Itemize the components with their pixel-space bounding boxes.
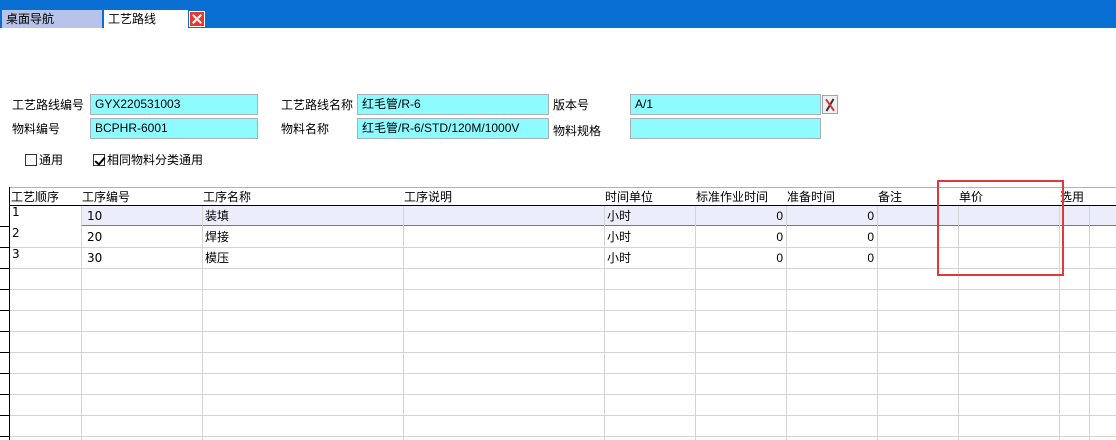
row-line bbox=[0, 289, 1116, 290]
column-header-process-desc[interactable]: 工序说明 bbox=[404, 189, 604, 206]
column-line bbox=[1089, 187, 1090, 440]
table-cell-seq[interactable]: 2 bbox=[12, 223, 72, 243]
table-cell-code[interactable]: 20 bbox=[87, 227, 197, 247]
row-line bbox=[0, 310, 1116, 311]
column-header-process-code[interactable]: 工序编号 bbox=[82, 189, 202, 206]
tab-bar: 桌面导航 工艺路线 bbox=[0, 0, 1116, 28]
table-cell-desc[interactable] bbox=[406, 206, 596, 226]
table-cell-seq[interactable]: 1 bbox=[12, 202, 72, 222]
tab-desktop-navigation[interactable]: 桌面导航 bbox=[2, 10, 102, 28]
column-line bbox=[877, 187, 878, 440]
row-line bbox=[0, 331, 1116, 332]
table-cell-desc[interactable] bbox=[406, 227, 596, 247]
row-line bbox=[0, 352, 1116, 353]
route-code-field[interactable]: GYX220531003 bbox=[90, 94, 258, 115]
row-line bbox=[0, 415, 1116, 416]
column-line bbox=[81, 187, 82, 440]
table-cell-use[interactable] bbox=[1061, 227, 1087, 247]
table-cell-code[interactable]: 10 bbox=[87, 206, 197, 226]
row-header-divider bbox=[0, 373, 10, 374]
column-header-process-name[interactable]: 工序名称 bbox=[203, 189, 403, 206]
material-spec-field[interactable] bbox=[630, 118, 821, 139]
route-name-field[interactable]: 红毛管/R-6 bbox=[357, 94, 549, 115]
table-cell-prep-time[interactable]: 0 bbox=[787, 227, 874, 247]
column-line bbox=[403, 187, 404, 440]
version-lookup-icon[interactable] bbox=[822, 95, 838, 114]
same-class-checkbox-box[interactable] bbox=[93, 154, 105, 166]
table-cell-desc[interactable] bbox=[406, 248, 596, 268]
table-cell-unit[interactable]: 小时 bbox=[607, 206, 687, 226]
tab-process-route[interactable]: 工艺路线 bbox=[104, 10, 188, 28]
general-checkbox-label: 通用 bbox=[39, 153, 64, 167]
material-code-field[interactable]: BCPHR-6001 bbox=[90, 118, 258, 139]
table-cell-code[interactable]: 30 bbox=[87, 248, 197, 268]
column-line bbox=[604, 187, 605, 440]
row-line bbox=[0, 436, 1116, 437]
row-header-divider bbox=[0, 415, 10, 416]
row-header-divider bbox=[0, 436, 10, 437]
row-header-divider bbox=[0, 226, 10, 227]
material-name-label: 物料名称 bbox=[281, 122, 330, 136]
general-checkbox-box[interactable] bbox=[25, 154, 37, 166]
version-label: 版本号 bbox=[553, 98, 590, 112]
row-line bbox=[0, 373, 1116, 374]
general-checkbox[interactable]: 通用 bbox=[25, 153, 85, 167]
close-tab-icon[interactable] bbox=[189, 11, 205, 27]
row-header-divider bbox=[0, 247, 10, 248]
table-cell-prep-time[interactable]: 0 bbox=[787, 248, 874, 268]
table-cell-use[interactable] bbox=[1061, 206, 1087, 226]
route-code-label: 工艺路线编号 bbox=[12, 98, 85, 112]
row-header-divider bbox=[0, 289, 10, 290]
table-cell-use[interactable] bbox=[1061, 248, 1087, 268]
table-cell-name[interactable]: 模压 bbox=[205, 248, 395, 268]
table-cell-prep-time[interactable]: 0 bbox=[787, 206, 874, 226]
table-cell-std-time[interactable]: 0 bbox=[696, 227, 783, 247]
column-header-use[interactable]: 选用 bbox=[1060, 189, 1089, 206]
version-field[interactable]: A/1 bbox=[630, 94, 821, 115]
column-header-std-time[interactable]: 标准作业时间 bbox=[696, 189, 786, 206]
material-name-field[interactable]: 红毛管/R-6/STD/120M/1000V bbox=[357, 118, 549, 139]
material-code-label: 物料编号 bbox=[12, 122, 61, 136]
same-class-checkbox-label: 相同物料分类通用 bbox=[107, 153, 204, 167]
table-cell-name[interactable]: 装填 bbox=[205, 206, 395, 226]
table-cell-std-time[interactable]: 0 bbox=[696, 206, 783, 226]
material-spec-label: 物料规格 bbox=[553, 124, 602, 138]
route-name-label: 工艺路线名称 bbox=[281, 98, 354, 112]
row-line bbox=[0, 394, 1116, 395]
column-header-time-unit[interactable]: 时间单位 bbox=[605, 189, 695, 206]
row-header-divider bbox=[0, 394, 10, 395]
row-header-divider bbox=[0, 352, 10, 353]
table-cell-name[interactable]: 焊接 bbox=[205, 227, 395, 247]
table-cell-std-time[interactable]: 0 bbox=[696, 248, 783, 268]
table-cell-unit[interactable]: 小时 bbox=[607, 248, 687, 268]
same-class-checkbox[interactable]: 相同物料分类通用 bbox=[93, 153, 223, 167]
table-cell-seq[interactable]: 3 bbox=[12, 244, 72, 264]
column-header-prep-time[interactable]: 准备时间 bbox=[787, 189, 877, 206]
column-line bbox=[202, 187, 203, 440]
row-header-strip bbox=[0, 187, 10, 440]
unit-price-highlight-box bbox=[937, 180, 1064, 276]
row-header-divider bbox=[0, 331, 10, 332]
row-header-divider bbox=[0, 268, 10, 269]
table-cell-unit[interactable]: 小时 bbox=[607, 227, 687, 247]
row-header-divider bbox=[0, 310, 10, 311]
